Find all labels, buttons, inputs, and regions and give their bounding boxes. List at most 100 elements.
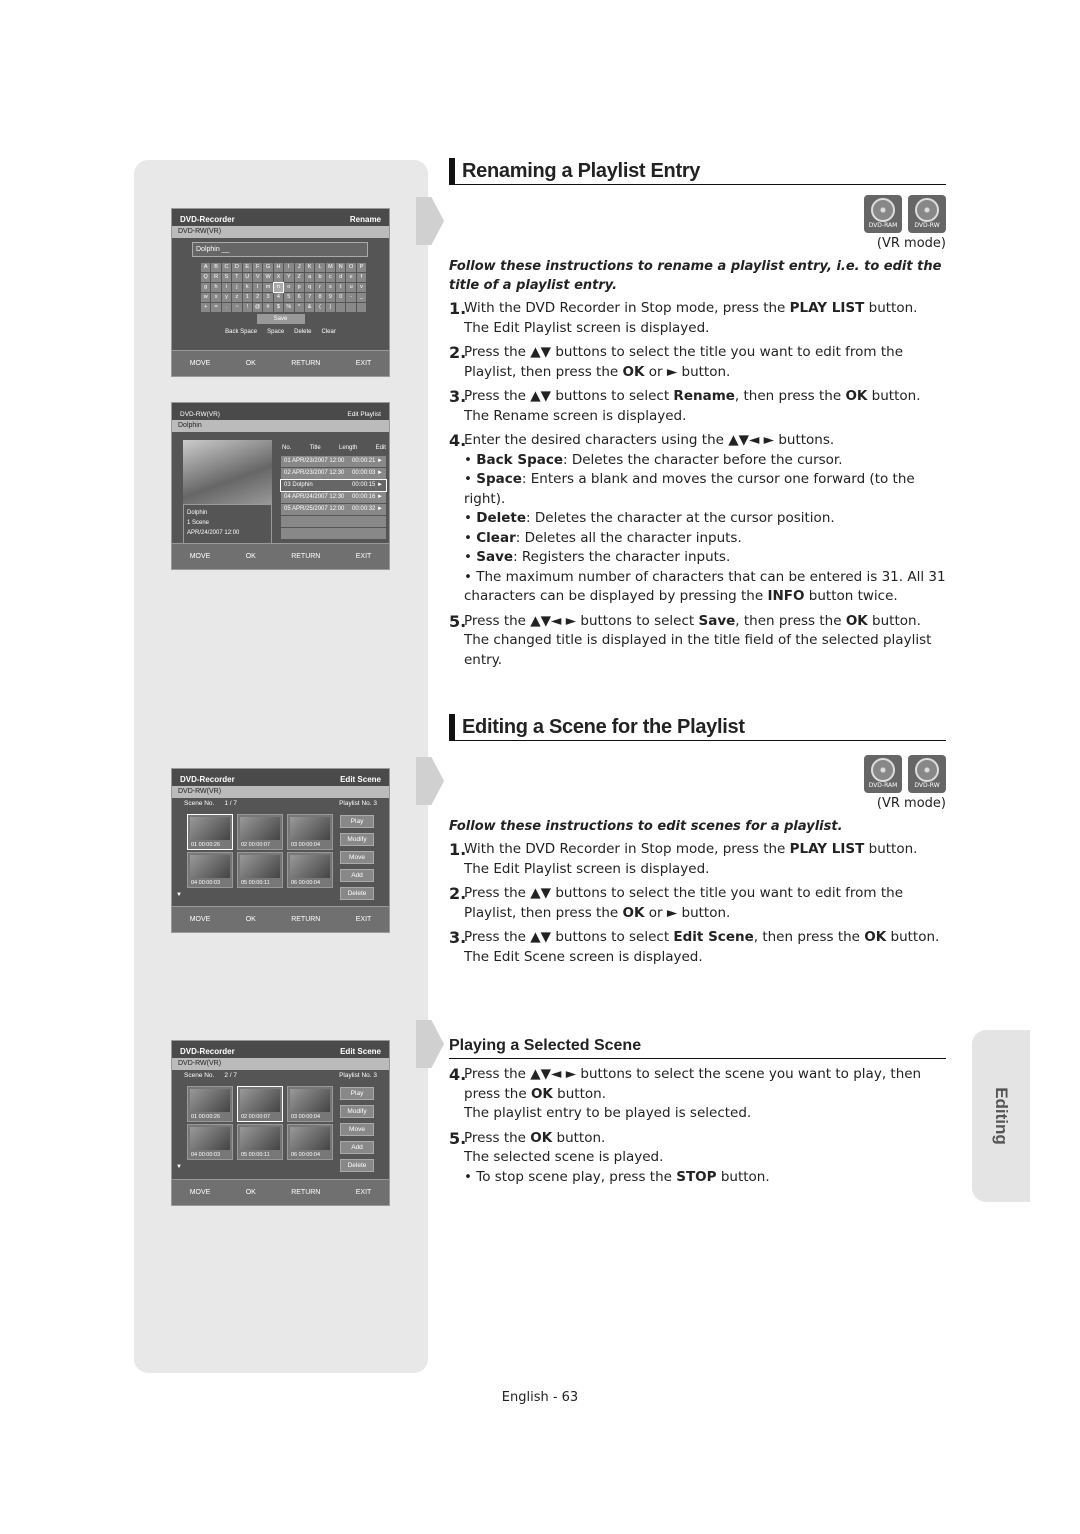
key[interactable]: L (315, 263, 325, 272)
key[interactable]: j (232, 283, 242, 292)
key[interactable]: q (304, 283, 315, 292)
add-button[interactable]: Add (340, 869, 374, 882)
key[interactable]: H (273, 263, 284, 272)
key[interactable]: V (252, 273, 263, 282)
key[interactable]: - (346, 293, 356, 302)
scene-thumbnail[interactable]: 05 00:00:11 (237, 852, 283, 888)
play-button[interactable]: Play (340, 815, 374, 828)
key[interactable]: X (273, 273, 284, 282)
key[interactable]: 9 (325, 293, 336, 302)
key[interactable]: 6 (294, 293, 304, 302)
key[interactable]: O (346, 263, 356, 272)
key[interactable]: $ (273, 303, 284, 312)
key[interactable]: z (232, 293, 242, 302)
playlist-row[interactable]: 02 APR/23/2007 12:30 00:00:03 ► (281, 468, 386, 479)
key[interactable]: B (211, 263, 221, 272)
scene-thumbnail[interactable]: 06 00:00:04 (287, 1124, 333, 1160)
key[interactable]: Q (201, 273, 211, 282)
modify-button[interactable]: Modify (340, 833, 374, 846)
key[interactable]: l (252, 283, 263, 292)
title-input[interactable]: Dolphin __ (192, 242, 368, 257)
edit-arrow-icon[interactable]: ► (377, 470, 383, 476)
key[interactable]: S (221, 273, 232, 282)
key[interactable]: a (304, 273, 315, 282)
key[interactable]: s (325, 283, 336, 292)
scene-thumbnail[interactable]: 04 00:00:03 (187, 852, 233, 888)
playlist-row[interactable]: 04 APR/24/2007 12:30 00:00:16 ► (281, 492, 386, 503)
key[interactable]: ! (242, 303, 252, 312)
key[interactable]: 0 (336, 293, 346, 302)
key[interactable]: y (221, 293, 232, 302)
key[interactable]: U (242, 273, 252, 282)
key[interactable]: P (356, 263, 367, 272)
key[interactable]: E (242, 263, 252, 272)
scroll-down-icon[interactable]: ▼ (176, 1164, 182, 1170)
key[interactable]: G (263, 263, 273, 272)
save-key[interactable]: Save (256, 314, 305, 324)
key[interactable]: N (336, 263, 346, 272)
key[interactable]: C (221, 263, 232, 272)
key[interactable]: _ (356, 293, 367, 302)
key[interactable] (336, 303, 346, 312)
key[interactable]: = (211, 303, 221, 312)
key[interactable]: T (232, 273, 242, 282)
key[interactable]: v (356, 283, 367, 292)
key[interactable]: w (201, 293, 211, 302)
key[interactable]: ^ (294, 303, 304, 312)
key[interactable]: & (304, 303, 315, 312)
key[interactable]: . (221, 303, 232, 312)
key[interactable]: h (211, 283, 221, 292)
key[interactable]: o (284, 283, 294, 292)
scene-thumbnail[interactable]: 05 00:00:11 (237, 1124, 283, 1160)
key[interactable]: A (201, 263, 211, 272)
delete-button[interactable]: Delete (340, 887, 374, 900)
key[interactable]: # (263, 303, 273, 312)
key[interactable]: e (346, 273, 356, 282)
key[interactable]: c (325, 273, 336, 282)
edit-arrow-icon[interactable]: ► (377, 494, 383, 500)
delete-button[interactable]: Delete (340, 1159, 374, 1172)
key[interactable]: 3 (263, 293, 273, 302)
key[interactable] (346, 303, 356, 312)
key[interactable]: 1 (242, 293, 252, 302)
key[interactable]: k (242, 283, 252, 292)
key[interactable]: F (252, 263, 263, 272)
key[interactable]: Y (284, 273, 294, 282)
modify-button[interactable]: Modify (340, 1105, 374, 1118)
key[interactable]: x (211, 293, 221, 302)
key[interactable]: b (315, 273, 325, 282)
play-button[interactable]: Play (340, 1087, 374, 1100)
scene-thumbnail[interactable]: 01 00:00:26 (187, 1086, 233, 1122)
playlist-row[interactable]: 05 APR/25/2007 12:00 00:00:32 ► (281, 504, 386, 515)
key[interactable]: ) (325, 303, 336, 312)
key[interactable]: u (346, 283, 356, 292)
scene-thumbnail[interactable]: 03 00:00:04 (287, 814, 333, 850)
add-button[interactable]: Add (340, 1141, 374, 1154)
move-button[interactable]: Move (340, 851, 374, 864)
key[interactable]: @ (252, 303, 263, 312)
scene-thumbnail[interactable]: 01 00:00:26 (187, 814, 233, 850)
key[interactable]: p (294, 283, 304, 292)
key[interactable]: 8 (315, 293, 325, 302)
key[interactable]: M (325, 263, 336, 272)
key[interactable]: D (232, 263, 242, 272)
key[interactable]: m (263, 283, 273, 292)
key[interactable]: I (284, 263, 294, 272)
move-button[interactable]: Move (340, 1123, 374, 1136)
scene-thumbnail[interactable]: 06 00:00:04 (287, 852, 333, 888)
key[interactable] (356, 303, 367, 312)
key[interactable]: ( (315, 303, 325, 312)
playlist-row[interactable]: 03 Dolphin 00:00:15 ► (280, 479, 387, 492)
key[interactable]: Z (294, 273, 304, 282)
key[interactable]: % (284, 303, 294, 312)
key[interactable]: 7 (304, 293, 315, 302)
key[interactable]: + (201, 303, 211, 312)
edit-arrow-icon[interactable]: ► (377, 482, 383, 488)
edit-arrow-icon[interactable]: ► (377, 458, 383, 464)
key[interactable]: r (315, 283, 325, 292)
playlist-row[interactable]: 01 APR/23/2007 12:00 00:00:21 ► (281, 456, 386, 467)
scene-thumbnail[interactable]: 02 00:00:07 (237, 1086, 283, 1122)
key[interactable]: R (211, 273, 221, 282)
key[interactable]: J (294, 263, 304, 272)
key[interactable]: K (304, 263, 315, 272)
